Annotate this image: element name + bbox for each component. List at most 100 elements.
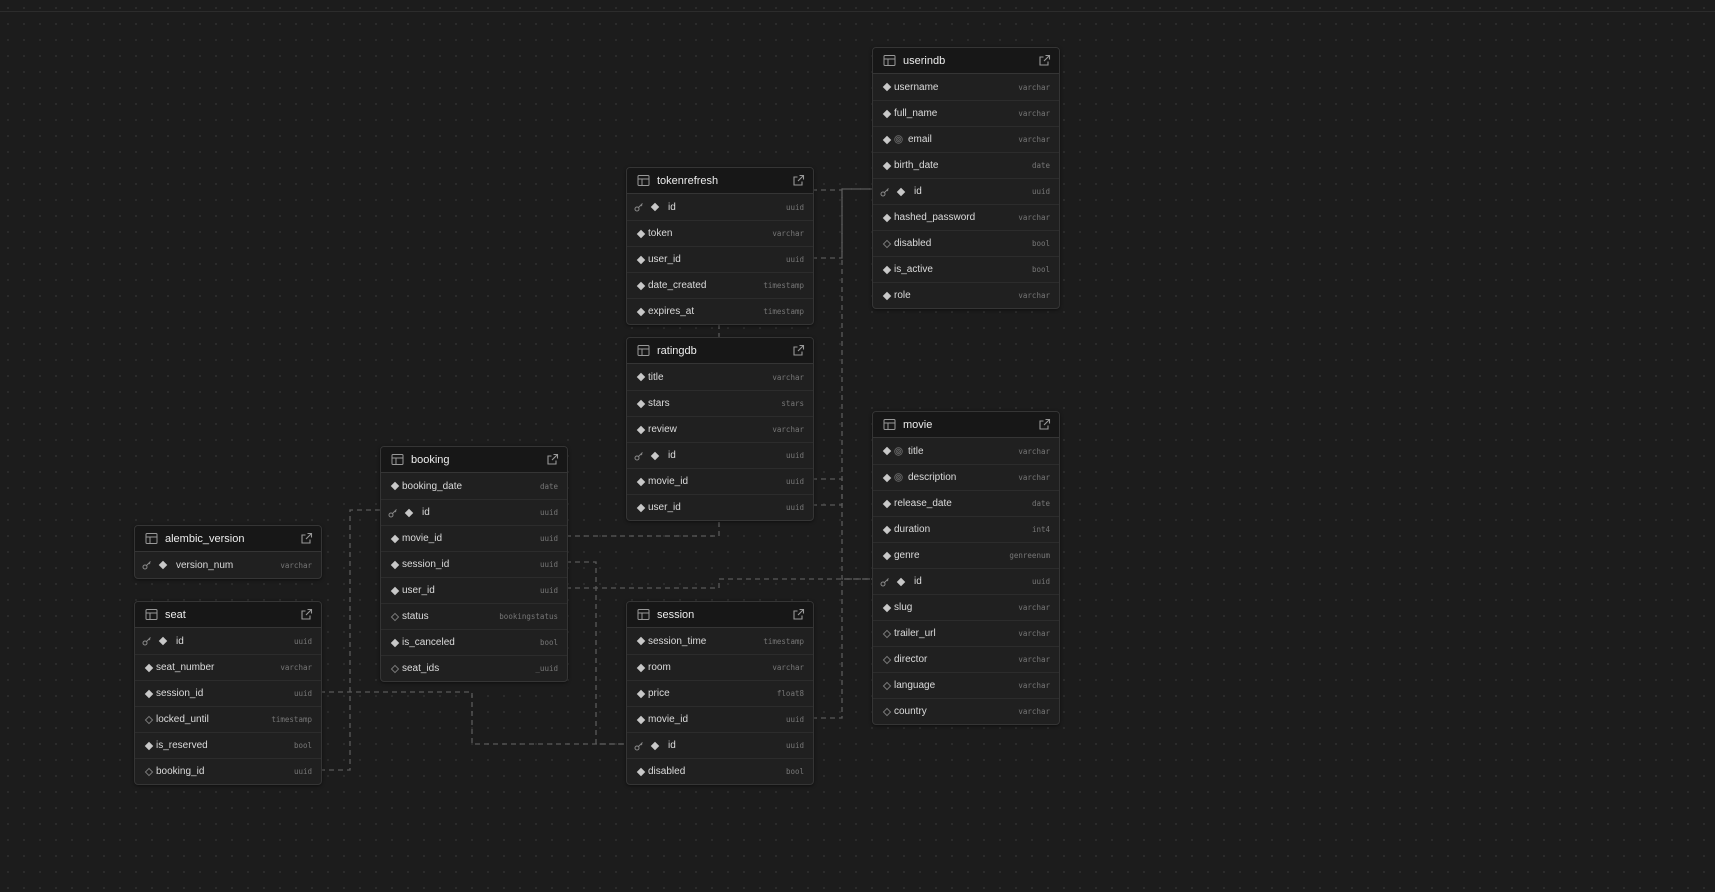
column-name: id: [176, 635, 184, 647]
column-row-is_canceled[interactable]: is_canceled bool: [381, 629, 567, 655]
column-row-title[interactable]: title varchar: [627, 364, 813, 390]
column-row-session_id[interactable]: session_id uuid: [135, 680, 321, 706]
column-row-hashed_password[interactable]: hashed_password varchar: [873, 204, 1059, 230]
column-row-country[interactable]: country varchar: [873, 698, 1059, 724]
column-row-expires_at[interactable]: expires_at timestamp: [627, 298, 813, 324]
column-row-user_id[interactable]: user_id uuid: [627, 246, 813, 272]
column-row-username[interactable]: username varchar: [873, 74, 1059, 100]
nullability-slot: [880, 707, 894, 716]
nullability-slot: [634, 425, 648, 434]
column-type: uuid: [785, 255, 804, 264]
column-row-role[interactable]: role varchar: [873, 282, 1059, 308]
column-row-token[interactable]: token varchar: [627, 220, 813, 246]
table-card-booking[interactable]: booking booking_date date id uuid movie_id uu…: [380, 446, 568, 682]
primary-key-slot: [880, 187, 894, 197]
table-header: movie: [873, 412, 1059, 438]
external-link-icon[interactable]: [300, 532, 313, 545]
column-row-user_id[interactable]: user_id uuid: [381, 577, 567, 603]
column-row-release_date[interactable]: release_date date: [873, 490, 1059, 516]
nullability-slot: [634, 229, 648, 238]
column-row-movie_id[interactable]: movie_id uuid: [627, 706, 813, 732]
column-row-price[interactable]: price float8: [627, 680, 813, 706]
column-row-movie_id[interactable]: movie_id uuid: [381, 525, 567, 551]
edge-booking-movie_id-to-movie: [566, 520, 720, 537]
table-card-ratingdb[interactable]: ratingdb title varchar stars stars review var…: [626, 337, 814, 521]
top-divider: [0, 11, 1715, 12]
column-row-date_created[interactable]: date_created timestamp: [627, 272, 813, 298]
table-card-alembic_version[interactable]: alembic_version version_num varchar: [134, 525, 322, 579]
column-row-id[interactable]: id uuid: [627, 194, 813, 220]
table-name: seat: [165, 608, 186, 621]
column-row-id[interactable]: id uuid: [381, 499, 567, 525]
column-row-id[interactable]: id uuid: [135, 628, 321, 654]
external-link-icon[interactable]: [792, 344, 805, 357]
column-name: booking_id: [156, 766, 205, 777]
column-row-director[interactable]: director varchar: [873, 646, 1059, 672]
column-row-id[interactable]: id uuid: [627, 442, 813, 468]
column-row-is_active[interactable]: is_active bool: [873, 256, 1059, 282]
column-row-description[interactable]: description varchar: [873, 464, 1059, 490]
column-row-room[interactable]: room varchar: [627, 654, 813, 680]
external-link-icon[interactable]: [546, 453, 559, 466]
column-type: varchar: [1018, 109, 1050, 118]
column-row-duration[interactable]: duration int4: [873, 516, 1059, 542]
table-card-session[interactable]: session session_time timestamp room varchar…: [626, 601, 814, 785]
column-name: language: [894, 680, 936, 691]
column-row-user_id[interactable]: user_id uuid: [627, 494, 813, 520]
column-name: email: [908, 134, 932, 145]
column-row-genre[interactable]: genre genreenum: [873, 542, 1059, 568]
column-row-is_reserved[interactable]: is_reserved bool: [135, 732, 321, 758]
column-row-title[interactable]: title varchar: [873, 438, 1059, 464]
external-link-icon[interactable]: [792, 174, 805, 187]
filled-diamond-icon: [882, 161, 892, 170]
column-row-booking_id[interactable]: booking_id uuid: [135, 758, 321, 784]
column-row-review[interactable]: review varchar: [627, 416, 813, 442]
table-card-movie[interactable]: movie title varchar description varchar rele…: [872, 411, 1060, 725]
external-link-icon[interactable]: [1038, 54, 1051, 67]
column-row-slug[interactable]: slug varchar: [873, 594, 1059, 620]
nullability-slot: [634, 715, 648, 724]
column-row-trailer_url[interactable]: trailer_url varchar: [873, 620, 1059, 646]
column-type: varchar: [280, 663, 312, 672]
column-row-id[interactable]: id uuid: [627, 732, 813, 758]
nullability-slot: [648, 451, 662, 460]
table-header: booking: [381, 447, 567, 473]
filled-diamond-icon: [636, 229, 646, 238]
nullability-slot: [142, 715, 156, 724]
filled-diamond-icon: [882, 135, 892, 144]
table-card-userindb[interactable]: userindb username varchar full_name varchar…: [872, 47, 1060, 309]
column-row-stars[interactable]: stars stars: [627, 390, 813, 416]
column-row-email[interactable]: email varchar: [873, 126, 1059, 152]
column-row-language[interactable]: language varchar: [873, 672, 1059, 698]
column-row-movie_id[interactable]: movie_id uuid: [627, 468, 813, 494]
table-card-seat[interactable]: seat id uuid seat_number varchar session_id u…: [134, 601, 322, 785]
table-card-tokenrefresh[interactable]: tokenrefresh id uuid token varchar user_id uu…: [626, 167, 814, 325]
column-row-booking_date[interactable]: booking_date date: [381, 473, 567, 499]
column-name: session_id: [402, 559, 450, 570]
column-name: user_id: [648, 254, 681, 265]
column-row-disabled[interactable]: disabled bool: [873, 230, 1059, 256]
column-row-id[interactable]: id uuid: [873, 568, 1059, 594]
column-row-session_time[interactable]: session_time timestamp: [627, 628, 813, 654]
external-link-icon[interactable]: [300, 608, 313, 621]
column-row-session_id[interactable]: session_id uuid: [381, 551, 567, 577]
key-icon: [880, 187, 889, 196]
key-icon: [634, 741, 643, 750]
external-link-icon[interactable]: [792, 608, 805, 621]
column-row-birth_date[interactable]: birth_date date: [873, 152, 1059, 178]
column-row-disabled[interactable]: disabled bool: [627, 758, 813, 784]
primary-key-slot: [634, 202, 648, 212]
column-row-seat_ids[interactable]: seat_ids _uuid: [381, 655, 567, 681]
column-row-id[interactable]: id uuid: [873, 178, 1059, 204]
column-row-full_name[interactable]: full_name varchar: [873, 100, 1059, 126]
column-row-locked_until[interactable]: locked_until timestamp: [135, 706, 321, 732]
column-row-status[interactable]: status bookingstatus: [381, 603, 567, 629]
nullability-slot: [388, 586, 402, 595]
filled-diamond-icon: [636, 399, 646, 408]
table-header: alembic_version: [135, 526, 321, 552]
column-name: expires_at: [648, 306, 695, 317]
column-row-seat_number[interactable]: seat_number varchar: [135, 654, 321, 680]
nullability-slot: [880, 109, 894, 118]
external-link-icon[interactable]: [1038, 418, 1051, 431]
column-row-version_num[interactable]: version_num varchar: [135, 552, 321, 578]
